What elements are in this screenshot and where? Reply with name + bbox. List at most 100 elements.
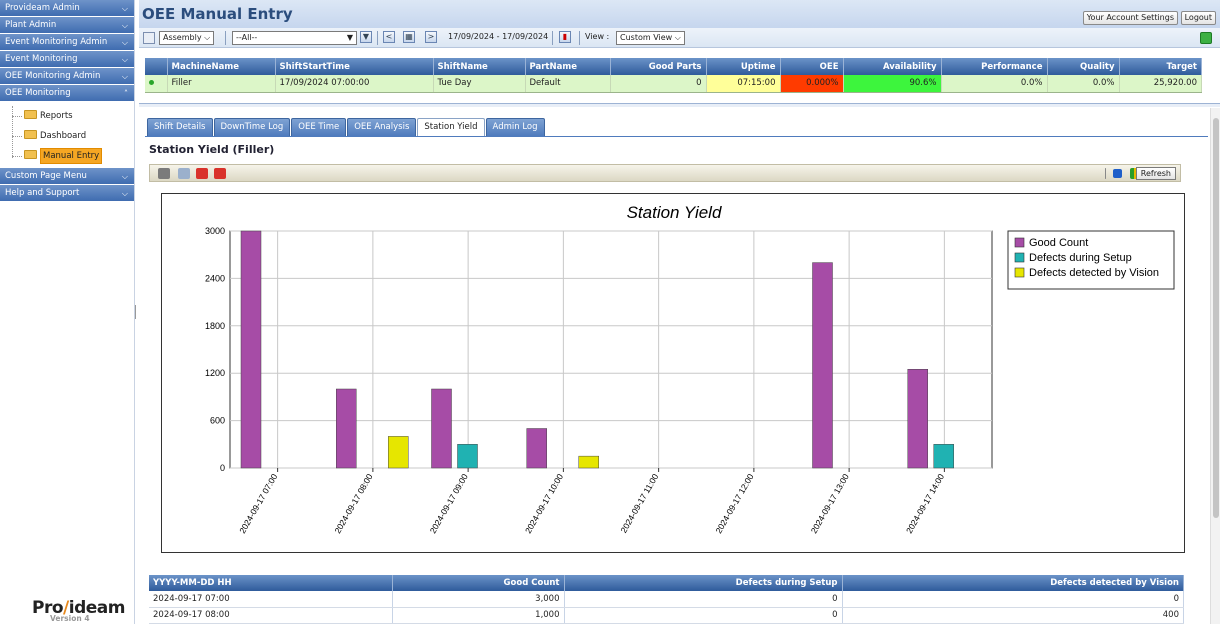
- tab-station-yield[interactable]: Station Yield: [417, 118, 485, 136]
- menu-oee-monitoring[interactable]: OEE Monitoring ˄: [0, 85, 134, 102]
- tab-oee-time[interactable]: OEE Time: [291, 118, 347, 136]
- machine-table-header: MachineName ShiftStartTime ShiftName Par…: [145, 58, 1202, 75]
- tab-shift-details[interactable]: Shift Details: [147, 118, 213, 136]
- filter-toolbar: Assembly ⌵ --All-- ▼ ▼ < ▦ > 17/09/2024 -…: [139, 28, 1220, 48]
- logout-button[interactable]: Logout: [1180, 11, 1216, 25]
- chevron-down-icon: ⌵: [121, 4, 128, 13]
- col-header[interactable]: OEE: [780, 58, 844, 75]
- scope-select[interactable]: Assembly ⌵: [159, 31, 215, 45]
- menu-label: OEE Monitoring: [5, 88, 71, 98]
- pdf-icon[interactable]: [214, 168, 226, 179]
- col-header[interactable]: Good Count: [392, 575, 565, 591]
- cell: 0: [842, 591, 1184, 608]
- col-header[interactable]: ShiftStartTime: [275, 58, 434, 75]
- col-header[interactable]: Availability: [843, 58, 942, 75]
- tab-oee-analysis[interactable]: OEE Analysis: [347, 118, 417, 136]
- col-header[interactable]: Uptime: [706, 58, 781, 75]
- yield-table-header: YYYY-MM-DD HH Good Count Defects during …: [149, 575, 1184, 591]
- tab-downtime-log[interactable]: DownTime Log: [213, 118, 291, 136]
- col-header[interactable]: Performance: [941, 58, 1048, 75]
- pane-splitter[interactable]: [139, 103, 1220, 107]
- export-icon[interactable]: [178, 168, 190, 179]
- tab-bar: Shift Details DownTime Log OEE Time OEE Ana…: [147, 118, 546, 136]
- scrollbar-thumb[interactable]: [1213, 118, 1219, 518]
- cell: 2024-09-17 08:00: [149, 607, 393, 624]
- machine-table: MachineName ShiftStartTime ShiftName Par…: [145, 58, 1202, 93]
- menu-oee-monitoring-admin[interactable]: OEE Monitoring Admin ⌵: [0, 68, 134, 85]
- col-header[interactable]: MachineName: [167, 58, 276, 75]
- bar-0-1: [336, 388, 357, 469]
- chart-title: Station Yield: [627, 203, 722, 222]
- refresh-button[interactable]: Refresh: [1135, 167, 1176, 180]
- calendar-icon[interactable]: ▦: [403, 31, 415, 43]
- account-settings-button[interactable]: Your Account Settings: [1082, 11, 1178, 25]
- cell-performance: 0.0%: [941, 75, 1048, 93]
- checkbox-icon[interactable]: [1113, 169, 1122, 178]
- tab-admin-log[interactable]: Admin Log: [485, 118, 545, 136]
- menu-provideam-admin[interactable]: Provideam Admin ⌵: [0, 0, 134, 17]
- menu-plant-admin[interactable]: Plant Admin ⌵: [0, 17, 134, 34]
- x-tick-label: 2024-09-17 08:00: [332, 472, 374, 535]
- menu-event-monitoring-admin[interactable]: Event Monitoring Admin ⌵: [0, 34, 134, 51]
- tree-item-manual-entry[interactable]: Manual Entry: [10, 146, 134, 166]
- col-header[interactable]: Good Parts: [610, 58, 707, 75]
- col-header[interactable]: YYYY-MM-DD HH: [149, 575, 393, 591]
- table-row[interactable]: 2024-09-17 08:00 1,000 0 400: [149, 607, 1184, 624]
- print-icon[interactable]: [158, 168, 170, 179]
- col-header[interactable]: PartName: [525, 58, 611, 75]
- menu-event-monitoring[interactable]: Event Monitoring ⌵: [0, 51, 134, 68]
- y-tick-label: 600: [210, 416, 225, 426]
- legend-label: Defects detected by Vision: [1029, 267, 1159, 279]
- cell: 2024-09-17 07:00: [149, 591, 393, 608]
- col-header[interactable]: Defects during Setup: [564, 575, 843, 591]
- y-tick-label: 2400: [205, 273, 225, 283]
- vertical-scrollbar[interactable]: [1210, 108, 1220, 624]
- hierarchy-icon[interactable]: [143, 32, 155, 44]
- chart-icon[interactable]: ▮: [559, 31, 571, 43]
- refresh-icon[interactable]: [1200, 32, 1212, 44]
- cell-part-name: Default: [525, 75, 611, 93]
- filter-select[interactable]: --All-- ▼: [232, 31, 357, 45]
- col-header[interactable]: Target: [1119, 58, 1202, 75]
- col-header[interactable]: Defects detected by Vision: [842, 575, 1184, 591]
- legend-swatch: [1014, 237, 1025, 248]
- view-select[interactable]: Custom View ⌵: [616, 31, 685, 45]
- next-button[interactable]: >: [425, 31, 437, 43]
- x-tick-label: 2024-09-17 11:00: [618, 472, 660, 535]
- yield-table: YYYY-MM-DD HH Good Count Defects during …: [149, 575, 1184, 624]
- cell-uptime: 07:15:00: [706, 75, 781, 93]
- menu-label: Custom Page Menu: [5, 171, 87, 181]
- table-row[interactable]: 2024-09-17 07:00 3,000 0 0: [149, 591, 1184, 608]
- menu-help-and-support[interactable]: Help and Support ⌵: [0, 185, 134, 202]
- tree-item-reports[interactable]: Reports: [10, 106, 134, 126]
- col-header[interactable]: ShiftName: [433, 58, 526, 75]
- filter-apply-icon[interactable]: ▼: [360, 31, 372, 43]
- legend-swatch: [1014, 252, 1025, 263]
- tree-item-label: Reports: [40, 111, 73, 121]
- menu-label: Event Monitoring: [5, 54, 78, 64]
- folder-icon: [24, 150, 37, 159]
- x-tick-label: 2024-09-17 10:00: [523, 472, 565, 535]
- view-select-value: Custom View: [620, 33, 673, 42]
- scope-select-value: Assembly: [163, 33, 202, 42]
- bar-0-0: [240, 230, 262, 469]
- cell-oee: 0.000%: [780, 75, 844, 93]
- y-tick-label: 1800: [205, 321, 225, 331]
- chevron-down-icon: ⌵: [121, 189, 128, 198]
- x-tick-label: 2024-09-17 07:00: [237, 472, 279, 535]
- tree-item-dashboard[interactable]: Dashboard: [10, 126, 134, 146]
- table-row[interactable]: Filler 17/09/2024 07:00:00 Tue Day Defau…: [145, 75, 1202, 93]
- menu-custom-page-menu[interactable]: Custom Page Menu ⌵: [0, 168, 134, 185]
- bar-1-2: [457, 444, 478, 469]
- prev-button[interactable]: <: [383, 31, 395, 43]
- y-tick-label: 0: [220, 463, 225, 473]
- sidebar: Provideam Admin ⌵ Plant Admin ⌵ Event Moni…: [0, 0, 135, 624]
- folder-icon: [24, 110, 37, 119]
- date-range: 17/09/2024 - 17/09/2024: [448, 32, 549, 41]
- cell-machine: Filler: [167, 75, 276, 93]
- bar-0-7: [907, 369, 928, 469]
- chevron-down-icon: ⌵: [121, 172, 128, 181]
- tree-item-label: Manual Entry: [40, 148, 103, 164]
- col-header[interactable]: Quality: [1047, 58, 1120, 75]
- csv-icon[interactable]: [196, 168, 208, 179]
